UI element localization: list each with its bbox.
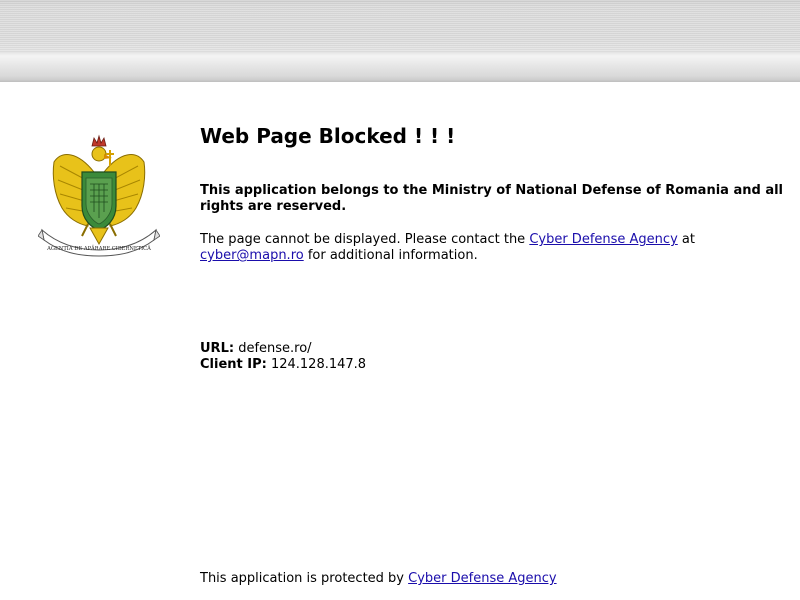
- page-title: Web Page Blocked ! ! !: [200, 124, 456, 148]
- footer-text: This application is protected by: [200, 571, 409, 586]
- emblem-banner-text: AGENȚIA DE APĂRARE CIBERNETICĂ: [46, 245, 151, 252]
- agency-link[interactable]: Cyber Defense Agency: [529, 232, 677, 247]
- block-message: The page cannot be displayed. Please con…: [200, 232, 796, 264]
- message-suffix: for additional information.: [303, 248, 478, 263]
- client-ip-value: 124.128.147.8: [266, 357, 367, 372]
- footer: This application is protected by Cyber D…: [200, 571, 557, 587]
- agency-emblem: AGENȚIA DE APĂRARE CIBERNETICĂ: [37, 132, 161, 258]
- message-prefix: The page cannot be displayed. Please con…: [200, 232, 530, 247]
- message-mid: at: [677, 232, 695, 247]
- request-details: URL: defense.ro/ Client IP: 124.128.147.…: [200, 341, 366, 373]
- url-value: defense.ro/: [234, 341, 312, 356]
- email-link[interactable]: cyber@mapn.ro: [200, 248, 304, 263]
- ownership-notice: This application belongs to the Ministry…: [200, 183, 784, 214]
- eagle-coat-of-arms-icon: AGENȚIA DE APĂRARE CIBERNETICĂ: [37, 134, 161, 257]
- footer-agency-link[interactable]: Cyber Defense Agency: [408, 571, 556, 586]
- client-ip-label: Client IP:: [200, 357, 267, 372]
- url-row: URL: defense.ro/: [200, 341, 366, 357]
- url-label: URL:: [200, 341, 235, 356]
- client-ip-row: Client IP: 124.128.147.8: [200, 357, 366, 373]
- main-content: Web Page Blocked ! ! ! This application …: [200, 120, 796, 372]
- top-banner-bar: [0, 0, 800, 82]
